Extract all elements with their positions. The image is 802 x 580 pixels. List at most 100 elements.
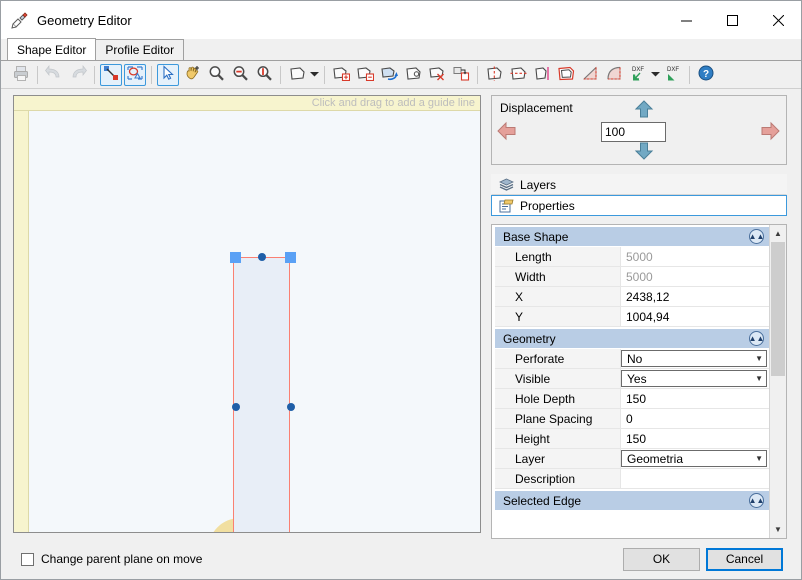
property-row[interactable]: Visible Yes ▼	[495, 369, 769, 389]
maximize-button[interactable]	[709, 1, 755, 39]
duplicate-shape-button[interactable]	[450, 64, 472, 86]
property-grid-scrollbar[interactable]: ▲ ▼	[769, 225, 786, 538]
collapse-chevron-icon[interactable]: ▲▲	[749, 229, 764, 244]
arrow-right-icon	[761, 121, 780, 141]
property-name: Y	[495, 307, 621, 326]
shape-canvas[interactable]: Click and drag to add a guide line	[13, 95, 481, 533]
scrollbar-thumb[interactable]	[771, 242, 785, 376]
property-row[interactable]: Layer Geometria ▼	[495, 449, 769, 469]
property-category-geometry[interactable]: Geometry ▲▲	[495, 329, 769, 348]
help-button[interactable]: ?	[695, 64, 717, 86]
offset-icon	[557, 66, 575, 84]
shape-rectangle[interactable]	[233, 258, 290, 532]
print-button[interactable]	[10, 64, 32, 86]
property-row[interactable]: Width 5000	[495, 267, 769, 287]
displacement-up-button[interactable]	[633, 99, 655, 122]
snap-shape-icon	[127, 65, 143, 84]
new-shape-button[interactable]	[286, 64, 308, 86]
midpoint-node-left[interactable]	[232, 403, 240, 411]
zoom-out-button[interactable]	[229, 64, 251, 86]
select-tool-button[interactable]	[157, 63, 179, 86]
property-category-selected-edge-label: Selected Edge	[503, 493, 582, 508]
property-row[interactable]: Description	[495, 469, 769, 489]
property-value[interactable]: 150	[621, 429, 769, 448]
corner-handle-top-left[interactable]	[230, 252, 241, 263]
snap-to-point-button[interactable]	[100, 63, 122, 86]
arrow-up-icon	[634, 100, 654, 118]
tab-profile-editor[interactable]: Profile Editor	[95, 39, 185, 60]
mirror-horizontal-button[interactable]	[507, 64, 529, 86]
dxf-import-dropdown-button[interactable]	[650, 64, 661, 86]
cancel-button[interactable]: Cancel	[706, 547, 783, 571]
corner-handle-top-right[interactable]	[285, 252, 296, 263]
chamfer-edge-button[interactable]	[603, 64, 625, 86]
canvas-drawing-area[interactable]	[30, 112, 480, 532]
offset-shape-button[interactable]	[555, 64, 577, 86]
add-shape-button[interactable]	[330, 64, 352, 86]
displacement-input[interactable]	[601, 122, 666, 142]
property-name: Plane Spacing	[495, 409, 621, 428]
ruler-top[interactable]: Click and drag to add a guide line	[14, 96, 480, 111]
snap-to-shape-button[interactable]	[124, 63, 146, 86]
property-row[interactable]: Length 5000	[495, 247, 769, 267]
property-row[interactable]: Hole Depth 150	[495, 389, 769, 409]
property-row[interactable]: Plane Spacing 0	[495, 409, 769, 429]
property-row[interactable]: Height 150	[495, 429, 769, 449]
property-category-base-shape[interactable]: Base Shape ▲▲	[495, 227, 769, 246]
help-icon: ?	[698, 65, 714, 84]
property-value: No	[627, 351, 643, 366]
dxf-in-icon: DXF	[629, 65, 648, 85]
property-value-combo[interactable]: Geometria ▼	[621, 450, 767, 467]
remove-shape-button[interactable]	[354, 64, 376, 86]
new-shape-dropdown-button[interactable]	[309, 64, 320, 86]
zoom-in-button[interactable]	[205, 64, 227, 86]
panel-tab-layers[interactable]: Layers	[491, 174, 787, 195]
property-value[interactable]: 2438,12	[621, 287, 769, 306]
dxf-export-button[interactable]: DXF	[662, 64, 684, 86]
close-button[interactable]	[755, 1, 801, 39]
scrollbar-track[interactable]	[770, 242, 786, 521]
zoom-actual-button[interactable]	[253, 64, 275, 86]
copy-shape-button[interactable]	[402, 64, 424, 86]
property-row[interactable]: Perforate No ▼	[495, 349, 769, 369]
property-name: Perforate	[495, 349, 621, 368]
ruler-left[interactable]	[14, 96, 29, 532]
property-value-combo[interactable]: No ▼	[621, 350, 767, 367]
collapse-chevron-icon[interactable]: ▲▲	[749, 331, 764, 346]
midpoint-node-top[interactable]	[258, 253, 266, 261]
mirror-vertical-button[interactable]	[483, 64, 505, 86]
minimize-button[interactable]	[663, 1, 709, 39]
property-value[interactable]: 0	[621, 409, 769, 428]
undo-button[interactable]	[43, 64, 65, 86]
scroll-down-arrow-icon[interactable]: ▼	[770, 521, 786, 538]
change-parent-plane-checkbox-row[interactable]: Change parent plane on move	[21, 552, 202, 566]
displacement-right-button[interactable]	[759, 121, 781, 144]
merge-shapes-button[interactable]	[378, 64, 400, 86]
scroll-up-arrow-icon[interactable]: ▲	[770, 225, 786, 242]
tab-shape-editor-label: Shape Editor	[17, 42, 87, 57]
redo-button[interactable]	[67, 64, 89, 86]
property-row[interactable]: Y 1004,94	[495, 307, 769, 327]
svg-text:DXF: DXF	[632, 67, 644, 73]
split-shape-button[interactable]	[531, 64, 553, 86]
collapse-chevron-icon[interactable]: ▲▲	[749, 493, 764, 508]
delete-shape-button[interactable]	[426, 64, 448, 86]
property-value[interactable]: 1004,94	[621, 307, 769, 326]
displacement-left-button[interactable]	[496, 121, 518, 144]
dxf-import-button[interactable]: DXF	[627, 64, 649, 86]
property-value-combo[interactable]: Yes ▼	[621, 370, 767, 387]
property-category-selected-edge[interactable]: Selected Edge ▲▲	[495, 491, 769, 510]
ok-button[interactable]: OK	[623, 547, 700, 571]
property-name: Hole Depth	[495, 389, 621, 408]
panel-tab-properties[interactable]: Properties	[491, 195, 787, 216]
displacement-down-button[interactable]	[633, 141, 655, 164]
fillet-edge-button[interactable]	[579, 64, 601, 86]
property-value[interactable]	[621, 469, 769, 488]
midpoint-node-right[interactable]	[287, 403, 295, 411]
property-row[interactable]: X 2438,12	[495, 287, 769, 307]
property-value[interactable]: 150	[621, 389, 769, 408]
change-parent-plane-checkbox[interactable]	[21, 552, 34, 566]
pan-tool-button[interactable]	[181, 64, 203, 86]
title-bar: Geometry Editor	[1, 1, 801, 39]
tab-shape-editor[interactable]: Shape Editor	[7, 38, 97, 60]
